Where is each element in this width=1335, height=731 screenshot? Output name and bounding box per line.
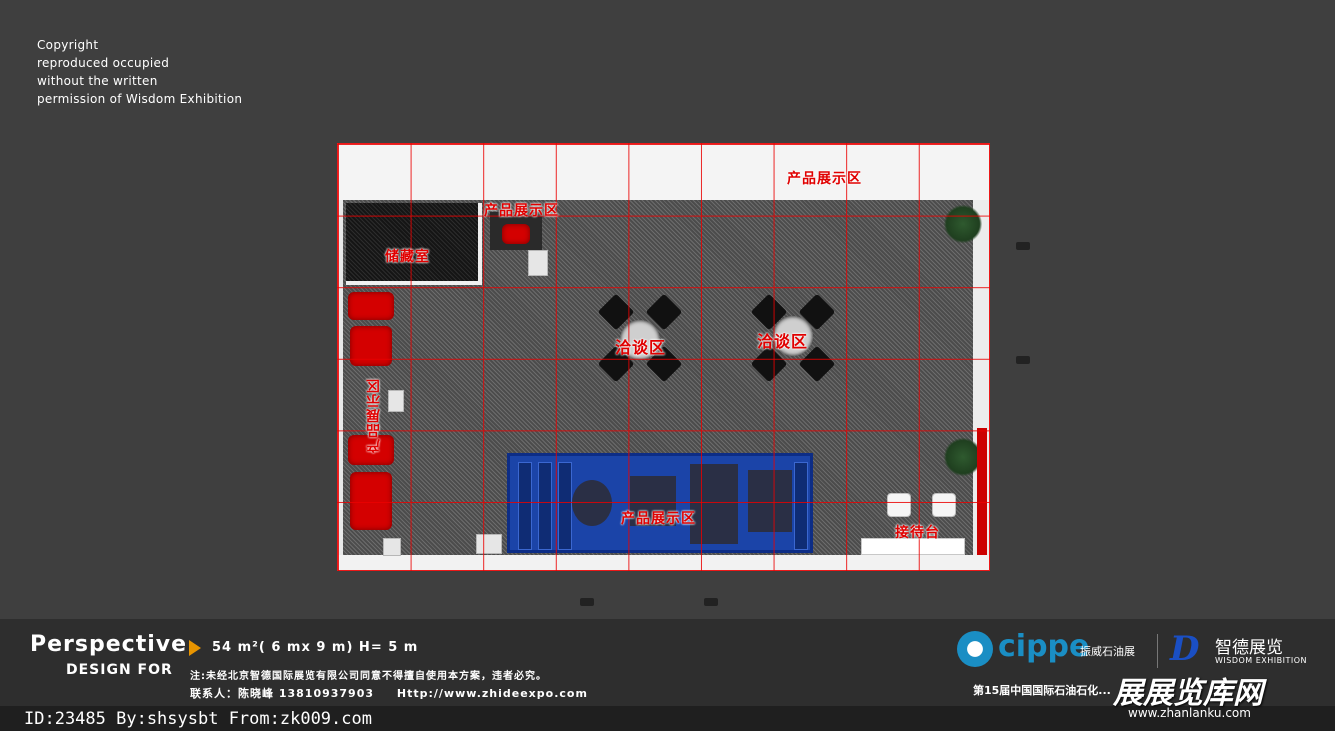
copyright-line: reproduced occupied [37, 56, 170, 70]
usage-note: 注:未经北京智德国际展览有限公司同意不得擅自使用本方案，违者必究。 [190, 671, 547, 682]
cippe-logo-text: cippe [998, 629, 1090, 664]
pedestal [383, 538, 401, 556]
equipment-slot [794, 462, 808, 550]
red-panel [977, 428, 987, 555]
logo-divider [1157, 634, 1158, 668]
top-display-wall [337, 143, 990, 200]
id-text: ID:23485 By:shsysbt From:zk009.com [24, 709, 372, 729]
red-machine [350, 472, 392, 530]
copyright-line: without the written [37, 74, 158, 88]
stool [932, 493, 956, 517]
zone-label-negotiation: 洽谈区 [757, 332, 809, 351]
red-machine [348, 292, 394, 320]
left-wall [337, 200, 343, 555]
wisdom-english-name: WISDOM EXHIBITION [1215, 656, 1308, 665]
watermark-url: www.zhanlanku.com [1128, 706, 1251, 720]
perspective-title: Perspective [30, 632, 188, 657]
zone-label-product: 产品展示区 [621, 511, 696, 527]
spotlight [1016, 356, 1030, 364]
contact-line: 联系人：陈晓峰 13810937903 Http://www.zhideexpo… [190, 685, 606, 701]
copyright-notice: Copyright reproduced occupied without th… [37, 36, 242, 108]
zone-label-product: 产品展示区 [484, 203, 559, 219]
pedestal [528, 250, 548, 276]
spotlight [704, 598, 718, 606]
spotlight [1016, 242, 1030, 250]
storage-room [346, 203, 482, 285]
pedestal [388, 390, 404, 412]
cippe-logo-icon [957, 631, 993, 667]
stool [887, 493, 911, 517]
red-valve [502, 224, 530, 244]
plant [944, 204, 982, 244]
bottom-edge [337, 555, 990, 571]
design-for-label: DESIGN FOR [66, 662, 173, 678]
equipment-block [690, 464, 738, 544]
website-link[interactable]: Http://www.zhideexpo.com [397, 687, 588, 700]
cippe-chinese-name: 振威石油展 [1080, 645, 1135, 658]
zone-label-reception: 接待台 [895, 525, 940, 541]
zone-label-product: 产品展示区 [366, 378, 382, 453]
equipment-slot [518, 462, 532, 550]
zone-label-product: 产品展示区 [787, 171, 862, 187]
contact-person: 联系人：陈晓峰 13810937903 [190, 687, 375, 700]
zone-label-negotiation: 洽谈区 [615, 338, 667, 357]
pedestal [476, 534, 502, 554]
blue-equipment [507, 453, 813, 553]
wisdom-chinese-name: 智德展览 [1215, 638, 1283, 658]
spotlight [580, 598, 594, 606]
wisdom-logo-icon: D [1170, 629, 1200, 669]
copyright-line: permission of Wisdom Exhibition [37, 92, 243, 106]
arrow-icon [189, 640, 201, 656]
copyright-line: Copyright [37, 38, 99, 52]
event-title: 第15届中国国际石油石化... [973, 684, 1111, 697]
zone-label-storage: 储藏室 [385, 249, 430, 265]
equipment-slot [558, 462, 572, 550]
equipment-block [572, 480, 612, 526]
red-machine [350, 326, 392, 366]
booth-spec: 54 m²( 6 mx 9 m) H= 5 m [212, 640, 419, 655]
equipment-slot [538, 462, 552, 550]
equipment-block [748, 470, 792, 532]
